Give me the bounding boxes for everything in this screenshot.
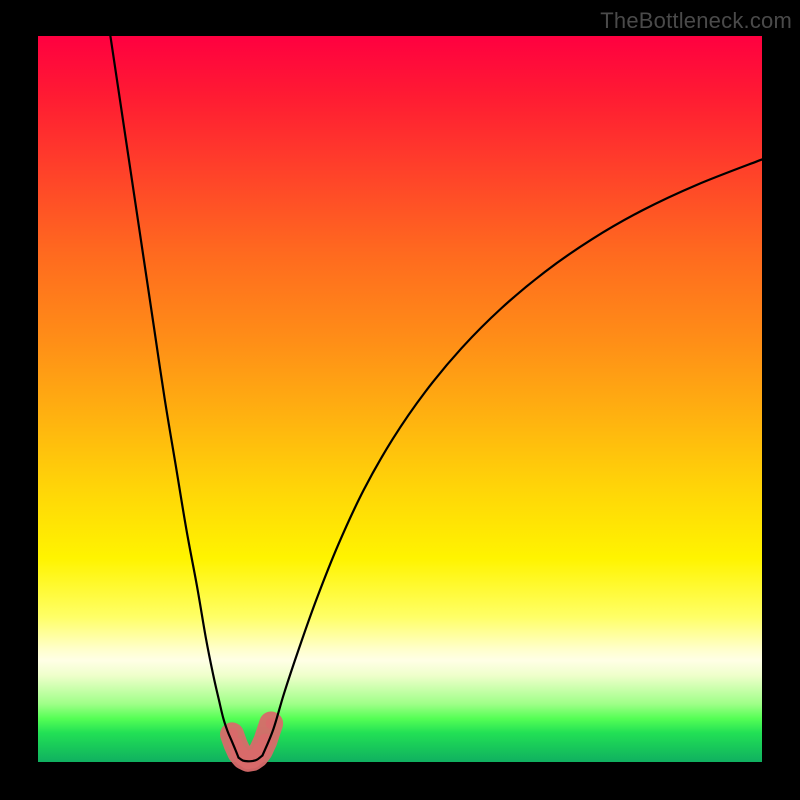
watermark-text: TheBottleneck.com bbox=[600, 8, 792, 34]
curve-layer bbox=[38, 36, 762, 762]
curve-right-branch bbox=[262, 159, 762, 755]
chart-frame: TheBottleneck.com bbox=[0, 0, 800, 800]
plot-area bbox=[38, 36, 762, 762]
curve-left-branch bbox=[110, 36, 238, 758]
